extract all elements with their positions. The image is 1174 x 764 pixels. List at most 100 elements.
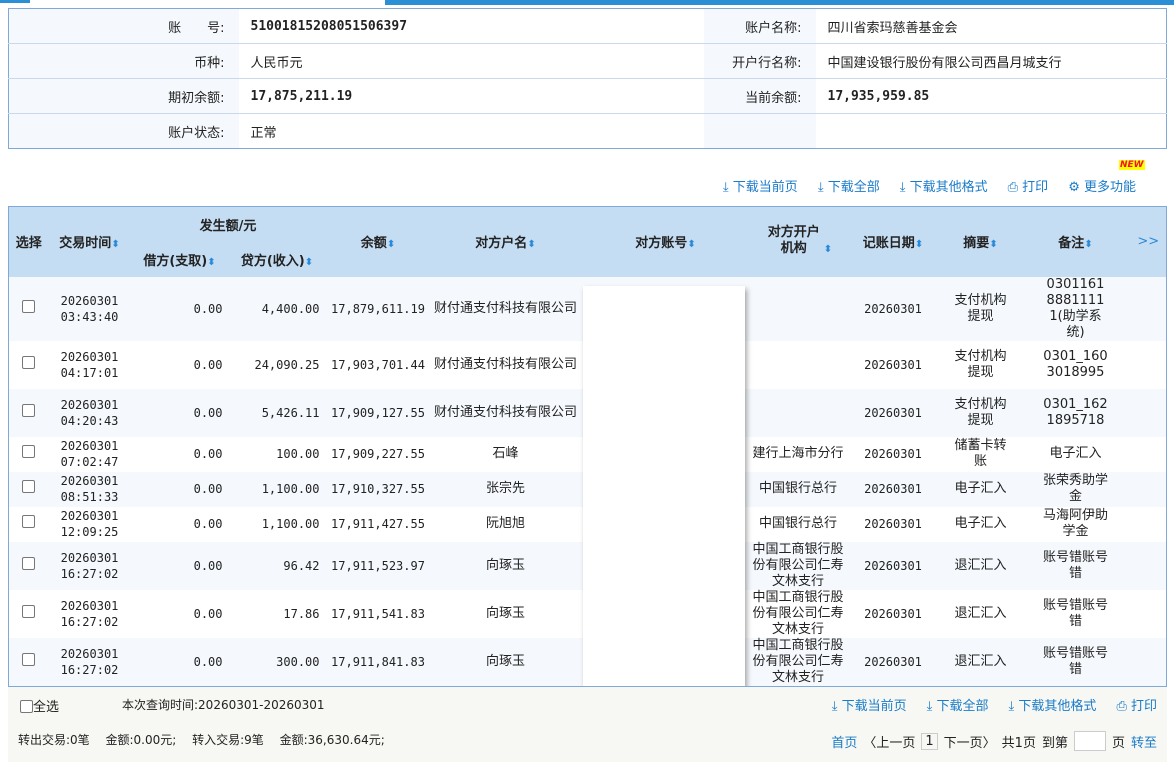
col-remark[interactable]: 备注⬍ (1020, 206, 1131, 277)
trade-date: 20260301 (60, 598, 119, 613)
balance: 17,911,541.83 (331, 606, 425, 621)
credit: 300.00 (228, 637, 326, 687)
credit: 96.42 (228, 541, 326, 590)
book-date: 20260301 (845, 471, 941, 507)
print-icon: ⎙ (1007, 180, 1019, 195)
empty-cell (1130, 471, 1167, 507)
go-button[interactable]: 转至 (1131, 732, 1157, 751)
first-page-link[interactable]: 首页 (831, 732, 857, 751)
book-date: 20260301 (845, 541, 941, 590)
trade-clock: 08:51:33 (60, 490, 119, 504)
row-checkbox[interactable] (22, 355, 36, 369)
balance: 17,909,127.55 (325, 388, 431, 437)
download-icon: ⤓ (926, 699, 933, 714)
cp-bank: 中国工商银行股份有限公司仁寿文林支行 (750, 637, 846, 687)
row-checkbox[interactable] (22, 445, 36, 458)
query-time: 本次查询时间:20260301-20260301 (122, 698, 325, 712)
download-icon: ⤓ (831, 699, 838, 714)
book-date: 20260301 (845, 637, 941, 687)
trade-time: 20260301 03:43:40 (48, 276, 131, 341)
label: 对方户名 (475, 236, 528, 252)
download-other-button[interactable]: ⤓ 下载其他格式 (900, 176, 988, 195)
col-balance[interactable]: 余额⬍ (325, 206, 431, 277)
download-page-button[interactable]: ⤓ 下载当前页 (723, 176, 798, 195)
footer-print[interactable]: ⎙ 打印 (1116, 695, 1157, 714)
col-cp-bank[interactable]: 对方开户机构 ⬍ (750, 206, 846, 277)
label: 下载当前页 (841, 699, 907, 714)
row-checkbox[interactable] (22, 515, 36, 528)
col-credit[interactable]: 贷方(收入)⬍ (228, 241, 326, 277)
col-select: 选择 (8, 206, 49, 277)
row-checkbox[interactable] (22, 403, 36, 417)
row-checkbox[interactable] (22, 652, 36, 666)
sort-icon: ⬍ (111, 239, 120, 251)
sort-icon: ⬍ (386, 239, 396, 251)
summary: 退汇汇入 (940, 541, 1021, 590)
label: 下载全部 (827, 180, 880, 195)
next-page-link[interactable]: 下一页〉 (944, 732, 996, 751)
print-icon: ⎙ (1116, 699, 1127, 714)
balance: 17,911,841.83 (325, 637, 431, 687)
book-date: 20260301 (864, 517, 922, 531)
page-number-input[interactable] (1073, 731, 1106, 751)
goto-label: 到第 (1041, 735, 1068, 751)
select-all-checkbox[interactable]: 全选 (20, 696, 59, 715)
debit: 0.00 (130, 637, 229, 687)
debit: 0.00 (193, 606, 223, 621)
currency: 人民币元 (238, 43, 704, 79)
expand-columns-button[interactable]: >> (1130, 206, 1167, 277)
col-summary[interactable]: 摘要⬍ (940, 206, 1021, 277)
remark: 030116188811111(助学系统) (1020, 276, 1131, 341)
empty-cell (1131, 590, 1167, 638)
trade-date: 20260301 (60, 474, 119, 488)
more-functions-button[interactable]: ⚙ 更多功能 (1068, 176, 1136, 195)
row-checkbox-cell (9, 437, 49, 472)
col-cp-name[interactable]: 对方户名⬍ (430, 206, 581, 277)
checkbox[interactable] (20, 700, 33, 713)
redaction-overlay (583, 286, 745, 686)
balance: 17,911,523.97 (325, 541, 431, 590)
balance: 17,903,701.44 (331, 357, 425, 372)
download-icon: ⤓ (817, 180, 824, 195)
row-checkbox-cell (9, 590, 49, 638)
remark: 账号错账号错 (1020, 541, 1131, 590)
cp-name: 阮旭旭 (485, 516, 525, 531)
credit: 1,100.00 (261, 517, 320, 531)
trade-date: 20260301 (60, 509, 119, 523)
col-cp-account[interactable]: 对方账号⬍ (580, 206, 751, 277)
row-checkbox[interactable] (22, 604, 36, 618)
balance: 17,910,327.55 (325, 471, 431, 507)
trade-date: 20260301 (60, 349, 119, 364)
row-checkbox[interactable] (22, 556, 36, 570)
account-no-label: 账 号: (8, 8, 239, 44)
current-page[interactable]: 1 (921, 732, 938, 750)
cp-bank (750, 388, 846, 437)
col-book-date[interactable]: 记账日期⬍ (845, 206, 941, 277)
prev-page-link[interactable]: 〈上一页 (863, 732, 915, 751)
row-checkbox-cell (9, 507, 49, 542)
sort-icon: ⬍ (989, 239, 998, 251)
label: 下载当前页 (732, 180, 798, 195)
footer-download-page[interactable]: ⤓ 下载当前页 (832, 695, 907, 714)
row-checkbox-cell (8, 637, 49, 687)
remark: 马海阿伊助学金 (1042, 508, 1108, 539)
print-button[interactable]: ⎙ 打印 (1008, 176, 1049, 195)
download-all-button[interactable]: ⤓ 下载全部 (818, 176, 880, 195)
label: 更多功能 (1083, 180, 1136, 195)
col-time[interactable]: 交易时间⬍ (48, 206, 131, 277)
col-debit[interactable]: 借方(支取)⬍ (130, 241, 229, 277)
empty-cell (1131, 437, 1167, 472)
label: 备注 (1058, 236, 1085, 252)
row-checkbox[interactable] (22, 480, 36, 493)
cp-name: 石峰 (492, 446, 519, 461)
footer-download-other[interactable]: ⤓ 下载其他格式 (1009, 695, 1097, 714)
empty-cell (1130, 388, 1167, 437)
label: 打印 (1130, 699, 1157, 714)
row-checkbox-cell (9, 341, 49, 389)
footer-download-all[interactable]: ⤓ 下载全部 (927, 695, 989, 714)
row-checkbox[interactable] (22, 299, 36, 313)
label: 下载其他格式 (909, 180, 988, 195)
empty-cell (703, 113, 816, 149)
debit: 0.00 (193, 517, 223, 531)
debit: 0.00 (193, 357, 223, 372)
